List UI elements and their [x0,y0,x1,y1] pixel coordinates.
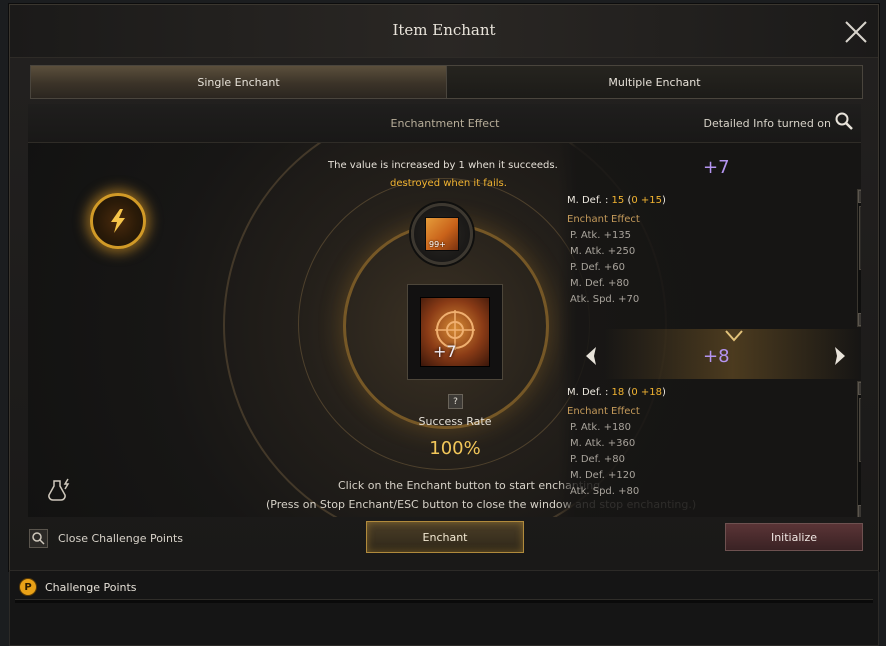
scroll-up-icon[interactable]: ▲ [858,382,861,395]
current-enchant-level: +7 [703,157,730,178]
enchant-button[interactable]: Enchant [366,521,524,553]
challenge-points-panel: P Challenge Points [9,570,879,646]
item-enchant-level: +7 [433,342,457,361]
current-main-stat: M. Def. : 15 (0 +15) [567,195,666,206]
next-stats: M. Def. : 18 (0 +18) Enchant Effect P. A… [567,387,666,497]
help-icon[interactable]: ? [448,394,463,409]
next-stats-scrollbar[interactable]: ▲ ▼ [857,381,861,517]
enchant-stats-panel: +7 M. Def. : 15 (0 +15) Enchant Effect P… [558,143,861,517]
scroll-down-icon[interactable]: ▼ [858,313,861,326]
close-challenge-points-toggle[interactable] [29,529,48,548]
next-main-stat: M. Def. : 18 (0 +18) [567,387,666,398]
tab-multiple-enchant[interactable]: Multiple Enchant [447,66,862,98]
challenge-points-label: Challenge Points [45,581,137,594]
scroll-thumb[interactable] [859,398,861,462]
scroll-up-icon[interactable]: ▲ [858,190,861,203]
next-effect-line: M. Def. +120 [570,470,636,481]
current-effect-line: M. Def. +80 [570,278,630,289]
scroll-down-icon[interactable]: ▼ [858,505,861,517]
challenge-points-bar [15,599,873,603]
chevron-down-icon [725,330,743,342]
lightning-icon[interactable] [90,193,146,249]
detailed-info-label: Detailed Info turned on [703,117,832,130]
current-effect-line: Atk. Spd. +70 [570,294,640,305]
item-enchant-window: Item Enchant Single Enchant Multiple Enc… [9,4,879,571]
enchant-mode-tabs: Single Enchant Multiple Enchant [30,65,863,99]
tab-single-enchant[interactable]: Single Enchant [31,66,447,98]
enchant-scroll-icon: 99+ [425,217,459,251]
scroll-thumb[interactable] [859,206,861,270]
enchant-scroll-slot[interactable]: 99+ [411,203,473,265]
next-effect-line: Atk. Spd. +80 [570,486,640,497]
chevron-left-icon[interactable] [582,345,600,367]
destroy-warning-text: destroyed when it fails. [390,178,507,189]
close-challenge-points-label[interactable]: Close Challenge Points [58,532,183,545]
current-effect-line: M. Atk. +250 [570,246,636,257]
magnifier-icon[interactable] [833,110,855,132]
next-effect-line: M. Atk. +360 [570,438,636,449]
title-bar[interactable]: Item Enchant [10,5,878,58]
enchantment-effect-header: Enchantment Effect Detailed Info turned … [28,104,861,143]
close-icon[interactable] [842,18,870,46]
current-stats-scrollbar[interactable]: ▲ ▼ [857,189,861,327]
current-stats: M. Def. : 15 (0 +15) Enchant Effect P. A… [567,195,666,305]
target-item-slot[interactable]: +7 [407,284,503,380]
current-effect-line: P. Atk. +135 [570,230,632,241]
magnifier-icon [32,532,45,545]
window-title: Item Enchant [392,21,496,39]
chevron-right-icon[interactable] [831,345,849,367]
rune-item-icon: +7 [420,297,490,367]
initialize-button[interactable]: Initialize [725,523,863,551]
current-enchant-effect-title: Enchant Effect [567,214,640,225]
current-effect-line: P. Def. +60 [570,262,625,273]
success-rate-label: Success Rate [418,415,492,428]
next-enchant-effect-title: Enchant Effect [567,406,640,417]
next-effect-line: P. Atk. +180 [570,422,632,433]
scroll-count: 99+ [429,240,446,249]
challenge-points-icon: P [19,578,37,596]
success-rate-value: 100% [429,438,481,459]
enchant-rule-text: The value is increased by 1 when it succ… [328,160,558,171]
next-effect-line: P. Def. +80 [570,454,625,465]
next-enchant-level: +8 [703,346,730,367]
potion-icon[interactable] [46,475,76,505]
enchant-main-area: The value is increased by 1 when it succ… [28,143,861,517]
